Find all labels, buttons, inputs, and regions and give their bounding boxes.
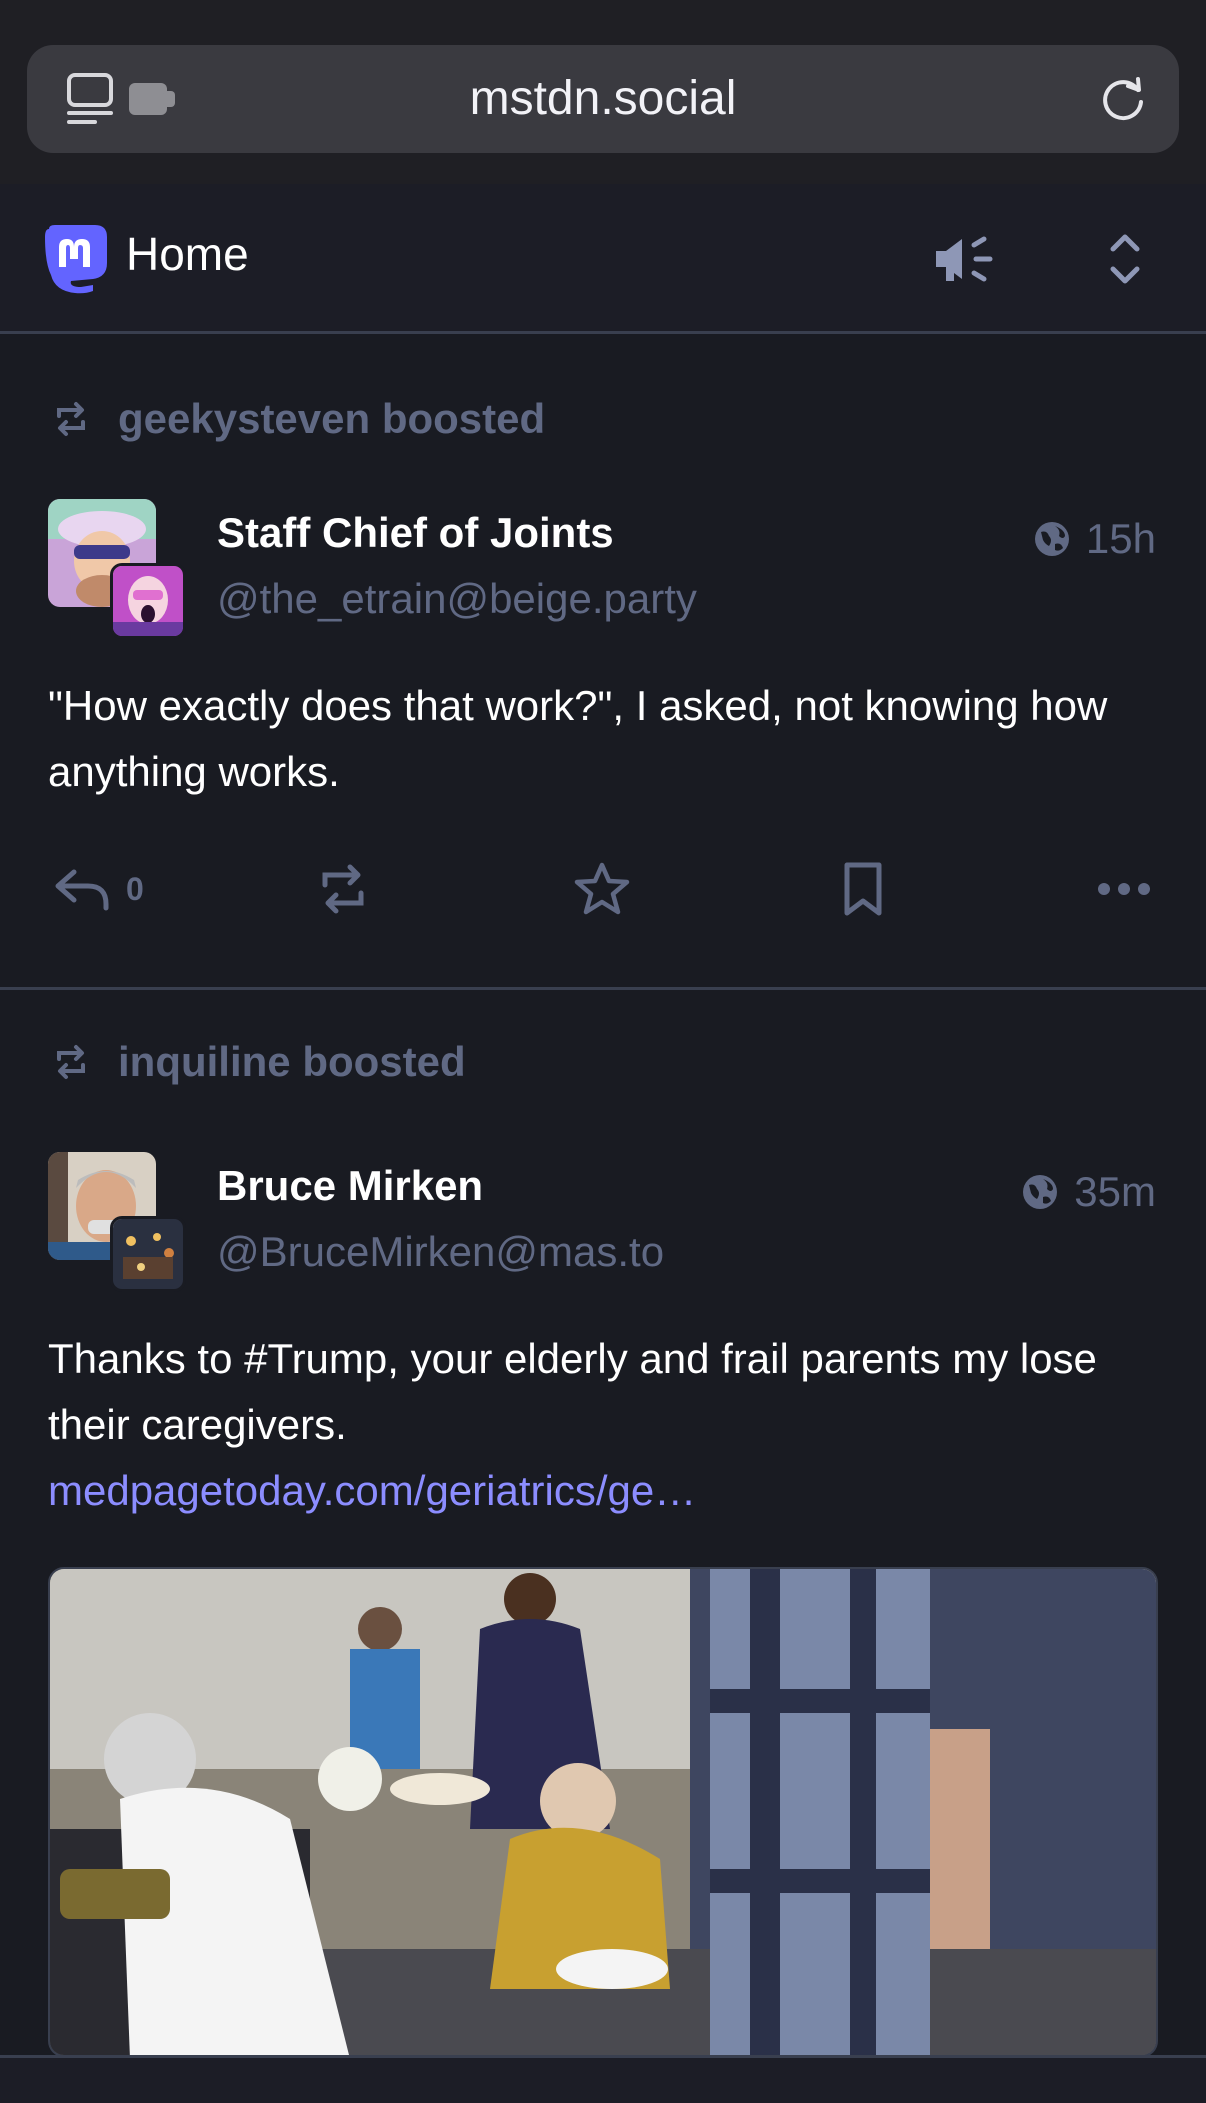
post-content: Thanks to #Trump, your elderly and frail…: [48, 1326, 1158, 1524]
account-avatar-small[interactable]: [110, 1216, 186, 1292]
author-handle[interactable]: @BruceMirken@mas.to: [217, 1228, 664, 1276]
post-content: "How exactly does that work?", I asked, …: [48, 682, 1108, 795]
author-name[interactable]: Staff Chief of Joints: [217, 509, 614, 557]
author-handle[interactable]: @the_etrain@beige.party: [217, 575, 697, 623]
star-icon: [572, 859, 632, 919]
action-bar: 0: [0, 849, 1206, 929]
post-meta[interactable]: 35m: [1020, 1168, 1156, 1216]
column-header: Home: [0, 184, 1206, 334]
boost-indicator: inquiline boosted: [48, 1032, 466, 1092]
boosted-by-text[interactable]: geekysteven boosted: [118, 395, 545, 443]
reply-icon: [54, 864, 112, 914]
announcements-icon[interactable]: [930, 224, 1000, 294]
status-post[interactable]: geekysteven boosted Staff Chief of Joint…: [0, 337, 1206, 987]
external-link[interactable]: medpagetoday.com/geriatrics/ge…: [48, 1467, 696, 1514]
media-attachment[interactable]: [48, 1567, 1158, 2057]
post-time[interactable]: 15h: [1086, 515, 1156, 563]
boost-icon: [48, 396, 94, 442]
boost-indicator: geekysteven boosted: [48, 389, 545, 449]
expand-collapse-icon[interactable]: [1098, 224, 1152, 294]
post-time[interactable]: 35m: [1074, 1168, 1156, 1216]
reply-button[interactable]: 0: [54, 849, 144, 929]
hashtag-link[interactable]: #Trump: [244, 1335, 387, 1382]
globe-icon: [1020, 1172, 1060, 1212]
account-avatar-small[interactable]: [110, 563, 186, 639]
content-text: Thanks to: [48, 1335, 245, 1382]
bottom-divider: [0, 2055, 1206, 2103]
boosted-by-text[interactable]: inquiline boosted: [118, 1038, 466, 1086]
reload-icon[interactable]: [1097, 73, 1149, 125]
post-meta[interactable]: 15h: [1032, 515, 1156, 563]
bookmark-icon: [838, 859, 888, 919]
boost-icon: [314, 860, 372, 918]
reply-count: 0: [126, 870, 144, 907]
address-bar[interactable]: mstdn.social: [27, 45, 1179, 153]
more-icon: [1094, 869, 1154, 909]
browser-toolbar: mstdn.social: [0, 0, 1206, 184]
globe-icon: [1032, 519, 1072, 559]
page-title: Home: [126, 228, 249, 280]
boost-icon: [48, 1039, 94, 1085]
mastodon-logo-icon[interactable]: [40, 222, 110, 296]
url-text: mstdn.social: [469, 72, 737, 125]
author-name[interactable]: Bruce Mirken: [217, 1162, 483, 1210]
